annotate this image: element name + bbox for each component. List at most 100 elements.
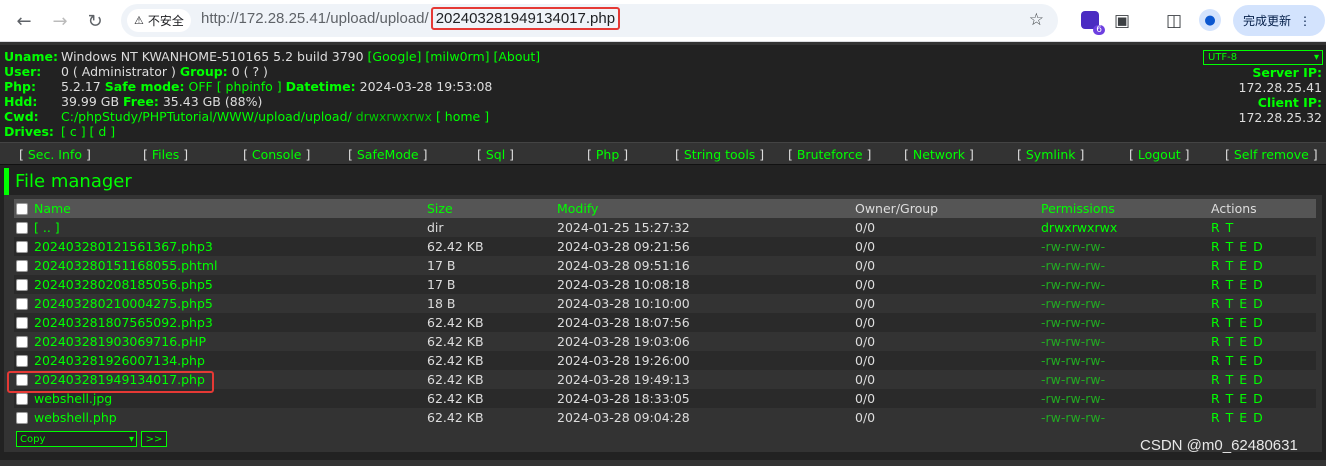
file-owner: 0/0 [855,294,1041,313]
row-checkbox[interactable] [16,355,28,367]
file-name-cell: [ .. ] [14,218,427,237]
reload-icon[interactable]: ↻ [83,9,107,33]
profile-avatar-icon[interactable]: ● [1199,9,1221,31]
file-name-link[interactable]: 202403281807565092.php3 [34,315,213,330]
file-name-link[interactable]: 202403280208185056.php5 [34,277,213,292]
charset-select[interactable]: UTF-8 ▾ [1203,50,1323,65]
row-checkbox[interactable] [16,393,28,405]
column-size[interactable]: Size [427,199,557,218]
file-name-link[interactable]: 202403281903069716.pHP [34,334,206,349]
user-row: User: 0 ( Administrator ) Group: 0 ( ? ) [4,64,268,79]
menu-self-remove[interactable]: [ Self remove ] [1225,147,1318,162]
row-checkbox[interactable] [16,260,28,272]
file-permissions[interactable]: -rw-rw-rw- [1041,294,1211,313]
menu-symlink[interactable]: [ Symlink ] [1017,147,1084,162]
back-arrow-icon[interactable]: ← [12,9,36,33]
file-name-link[interactable]: 202403280210004275.php5 [34,296,213,311]
file-actions[interactable]: R T E D [1211,389,1316,408]
file-permissions[interactable]: -rw-rw-rw- [1041,408,1211,427]
menu-safemode[interactable]: [ SafeMode ] [348,147,427,162]
menu-network[interactable]: [ Network ] [904,147,974,162]
file-permissions[interactable]: -rw-rw-rw- [1041,256,1211,275]
table-row: 202403281807565092.php3 62.42 KB 2024-03-2… [14,313,1316,332]
security-chip[interactable]: ⚠ 不安全 [127,9,191,32]
file-permissions[interactable]: -rw-rw-rw- [1041,351,1211,370]
file-modify: 2024-03-28 19:26:00 [557,351,855,370]
file-modify: 2024-03-28 18:33:05 [557,389,855,408]
file-name-link[interactable]: webshell.php [34,410,117,425]
file-name-cell: 202403280151168055.phtml [14,256,427,275]
file-actions[interactable]: R T E D [1211,313,1316,332]
menu-sec-info[interactable]: [ Sec. Info ] [19,147,91,162]
chevron-down-icon: ▾ [1313,52,1319,63]
file-owner: 0/0 [855,370,1041,389]
file-permissions[interactable]: -rw-rw-rw- [1041,370,1211,389]
go-button[interactable]: >> [141,431,167,447]
file-owner: 0/0 [855,351,1041,370]
side-panel-icon[interactable]: ◫ [1162,9,1186,33]
row-checkbox[interactable] [16,336,28,348]
cwd-path-link[interactable]: C:/phpStudy/PHPTutorial/WWW/upload/uploa… [61,109,352,124]
menu-string-tools[interactable]: [ String tools ] [675,147,764,162]
file-name-link[interactable]: 202403281926007134.php [34,353,205,368]
extensions-puzzle-icon[interactable]: ▣ [1110,9,1134,33]
file-name-link[interactable]: 202403280151168055.phtml [34,258,218,273]
file-name-link[interactable]: 202403280121561367.php3 [34,239,213,254]
file-actions[interactable]: R T E D [1211,370,1316,389]
url-text[interactable]: http://172.28.25.41/upload/upload/202403… [201,7,621,30]
address-bar[interactable]: ⚠ 不安全 http://172.28.25.41/upload/upload/… [121,4,1058,37]
menu-console[interactable]: [ Console ] [243,147,310,162]
file-actions[interactable]: R T E D [1211,237,1316,256]
file-permissions[interactable]: -rw-rw-rw- [1041,237,1211,256]
file-actions[interactable]: R T [1211,218,1316,237]
column-permissions[interactable]: Permissions [1041,199,1211,218]
file-actions[interactable]: R T E D [1211,294,1316,313]
file-size: 17 B [427,256,557,275]
table-row: 202403280151168055.phtml 17 B 2024-03-28 0… [14,256,1316,275]
column-name[interactable]: Name [14,199,427,218]
forward-arrow-icon[interactable]: → [48,9,72,33]
menu-bruteforce[interactable]: [ Bruteforce ] [788,147,871,162]
file-actions[interactable]: R T E D [1211,275,1316,294]
row-checkbox[interactable] [16,298,28,310]
bulk-action-select[interactable]: Copy ▾ [16,431,137,447]
menu-files[interactable]: [ Files ] [143,147,188,162]
file-permissions[interactable]: -rw-rw-rw- [1041,389,1211,408]
hdd-row: Hdd: 39.99 GB Free: 35.43 GB (88%) [4,94,263,109]
menu-logout[interactable]: [ Logout ] [1129,147,1190,162]
file-permissions[interactable]: drwxrwxrwx [1041,218,1211,237]
chevron-down-icon: ▾ [128,433,134,445]
bookmark-star-icon[interactable]: ☆ [1029,10,1044,30]
phpinfo-link[interactable]: [ phpinfo ] [217,79,282,94]
file-permissions[interactable]: -rw-rw-rw- [1041,313,1211,332]
file-name-cell: 202403280121561367.php3 [14,237,427,256]
menu-sql[interactable]: [ Sql ] [477,147,514,162]
file-name-cell: webshell.php [14,408,427,427]
extension-icon[interactable]: 6 [1081,11,1105,35]
file-owner: 0/0 [855,218,1041,237]
file-actions[interactable]: R T E D [1211,256,1316,275]
row-checkbox[interactable] [16,279,28,291]
home-link[interactable]: [ home ] [436,109,489,124]
file-actions[interactable]: R T E D [1211,408,1316,427]
select-all-checkbox[interactable] [16,203,28,215]
row-checkbox[interactable] [16,317,28,329]
row-checkbox[interactable] [16,222,28,234]
drives-links[interactable]: [ c ] [ d ] [61,124,115,139]
row-checkbox[interactable] [16,241,28,253]
file-name-link[interactable]: [ .. ] [34,220,60,235]
file-name-cell: 202403280208185056.php5 [14,275,427,294]
file-owner: 0/0 [855,408,1041,427]
uname-links[interactable]: [Google] [milw0rm] [About] [368,49,541,64]
file-owner: 0/0 [855,313,1041,332]
file-actions[interactable]: R T E D [1211,332,1316,351]
file-permissions[interactable]: -rw-rw-rw- [1041,332,1211,351]
file-size: 18 B [427,294,557,313]
column-modify[interactable]: Modify [557,199,855,218]
menu-php[interactable]: [ Php ] [587,147,628,162]
file-permissions[interactable]: -rw-rw-rw- [1041,275,1211,294]
update-button[interactable]: 完成更新 ⋮ [1233,5,1325,36]
row-checkbox[interactable] [16,412,28,424]
file-actions[interactable]: R T E D [1211,351,1316,370]
file-name-link[interactable]: webshell.jpg [34,391,112,406]
